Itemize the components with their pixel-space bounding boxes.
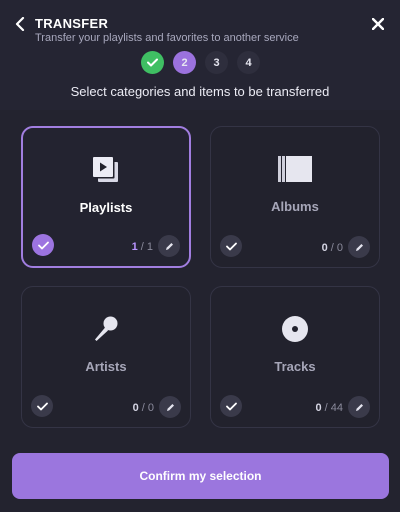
close-icon — [372, 18, 384, 30]
page-subtitle: Transfer your playlists and favorites to… — [35, 32, 299, 44]
category-card-artists[interactable]: Artists 0 / 0 — [21, 286, 191, 428]
pencil-icon — [355, 403, 363, 411]
category-label: Albums — [271, 199, 319, 214]
step-3: 3 — [205, 51, 228, 74]
total-count: 44 — [330, 402, 343, 414]
selected-count: 0 — [132, 402, 139, 414]
edit-button[interactable] — [348, 236, 370, 258]
item-count: 0 / 0 — [321, 242, 343, 254]
check-icon — [147, 58, 158, 67]
pencil-icon — [355, 243, 363, 251]
item-count: 0 / 0 — [132, 402, 154, 414]
confirm-selection-button[interactable]: Confirm my selection — [12, 453, 389, 499]
item-count: 1 / 1 — [131, 241, 153, 253]
playlist-icon — [23, 154, 189, 186]
select-checkbox[interactable] — [220, 395, 242, 417]
page-title: TRANSFER — [35, 16, 109, 31]
album-icon — [211, 153, 379, 185]
check-icon — [225, 402, 237, 410]
category-card-albums[interactable]: Albums 0 / 0 — [210, 126, 380, 268]
instruction-text: Select categories and items to be transf… — [70, 84, 330, 99]
select-checkbox[interactable] — [31, 395, 53, 417]
pencil-icon — [166, 403, 174, 411]
total-count: 1 — [146, 241, 153, 253]
edit-button[interactable] — [348, 396, 370, 418]
step-indicator: 2 3 4 — [141, 51, 260, 74]
category-card-tracks[interactable]: Tracks 0 / 44 — [210, 286, 380, 428]
check-icon — [37, 241, 49, 249]
item-count: 0 / 44 — [315, 402, 343, 414]
check-icon — [225, 242, 237, 250]
select-checkbox[interactable] — [220, 235, 242, 257]
back-button[interactable] — [12, 14, 28, 34]
check-icon — [36, 402, 48, 410]
total-count: 0 — [147, 402, 154, 414]
chevron-left-icon — [15, 17, 25, 31]
step-1-done — [141, 51, 164, 74]
category-card-playlists[interactable]: Playlists 1 / 1 — [21, 126, 191, 268]
disc-icon — [211, 313, 379, 345]
category-label: Playlists — [79, 200, 133, 215]
step-4: 4 — [237, 51, 260, 74]
edit-button[interactable] — [159, 396, 181, 418]
total-count: 0 — [336, 242, 343, 254]
selected-count: 1 — [131, 241, 138, 253]
close-button[interactable] — [368, 14, 388, 34]
pencil-icon — [165, 242, 173, 250]
category-label: Artists — [85, 359, 127, 374]
selected-count: 0 — [321, 242, 328, 254]
step-2-active: 2 — [173, 51, 196, 74]
category-label: Tracks — [274, 359, 316, 374]
edit-button[interactable] — [158, 235, 180, 257]
select-checkbox[interactable] — [32, 234, 54, 256]
microphone-icon — [22, 313, 190, 345]
selected-count: 0 — [315, 402, 322, 414]
header: TRANSFER Transfer your playlists and fav… — [0, 0, 400, 110]
